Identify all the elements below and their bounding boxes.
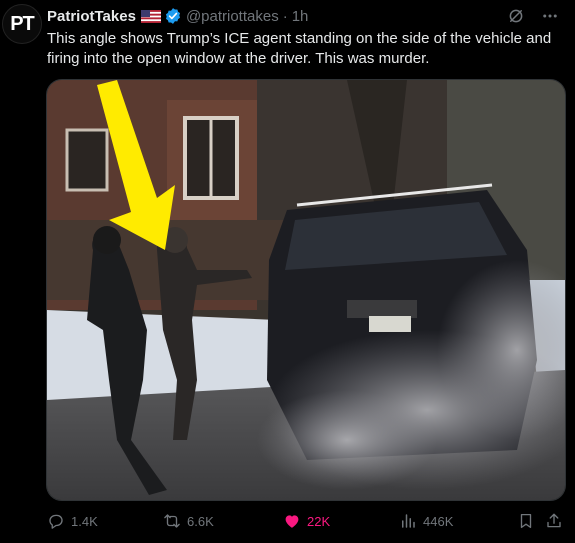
retweet-count: 6.6K bbox=[187, 513, 214, 529]
verified-badge-icon bbox=[165, 8, 180, 24]
tweet[interactable]: PT PatriotTakes @patriottakes · 1h This … bbox=[0, 0, 575, 543]
tweet-media-video[interactable] bbox=[46, 79, 566, 501]
reply-icon bbox=[49, 514, 63, 529]
more-icon[interactable] bbox=[541, 7, 559, 25]
retweet-button[interactable]: 6.6K bbox=[163, 512, 214, 530]
author-name[interactable]: PatriotTakes bbox=[47, 8, 136, 25]
like-button[interactable]: 22K bbox=[283, 512, 330, 530]
video-frame bbox=[47, 80, 565, 500]
avatar[interactable]: PT bbox=[2, 4, 42, 44]
us-flag-icon bbox=[140, 9, 161, 23]
tweet-time[interactable]: 1h bbox=[292, 8, 309, 25]
author-handle[interactable]: @patriottakes bbox=[186, 8, 279, 25]
share-button[interactable] bbox=[545, 512, 563, 530]
bookmark-button[interactable] bbox=[517, 512, 535, 530]
views-count: 446K bbox=[423, 513, 454, 529]
views-button[interactable]: 446K bbox=[399, 512, 453, 530]
retweet-icon bbox=[164, 514, 180, 528]
like-icon bbox=[285, 515, 299, 528]
share-icon bbox=[547, 513, 561, 528]
bookmark-icon bbox=[520, 513, 532, 529]
reply-button[interactable]: 1.4K bbox=[47, 512, 98, 530]
views-icon bbox=[402, 514, 415, 528]
like-count: 22K bbox=[307, 513, 331, 529]
reply-count: 1.4K bbox=[71, 513, 98, 529]
tweet-header: PatriotTakes @patriottakes · 1h bbox=[47, 6, 559, 26]
grok-icon[interactable] bbox=[507, 7, 525, 25]
tweet-text: This angle shows Trump’s ICE agent stand… bbox=[47, 30, 552, 67]
tweet-actions: 1.4K 6.6K 22K 446K bbox=[47, 510, 565, 532]
separator-dot: · bbox=[282, 7, 288, 25]
